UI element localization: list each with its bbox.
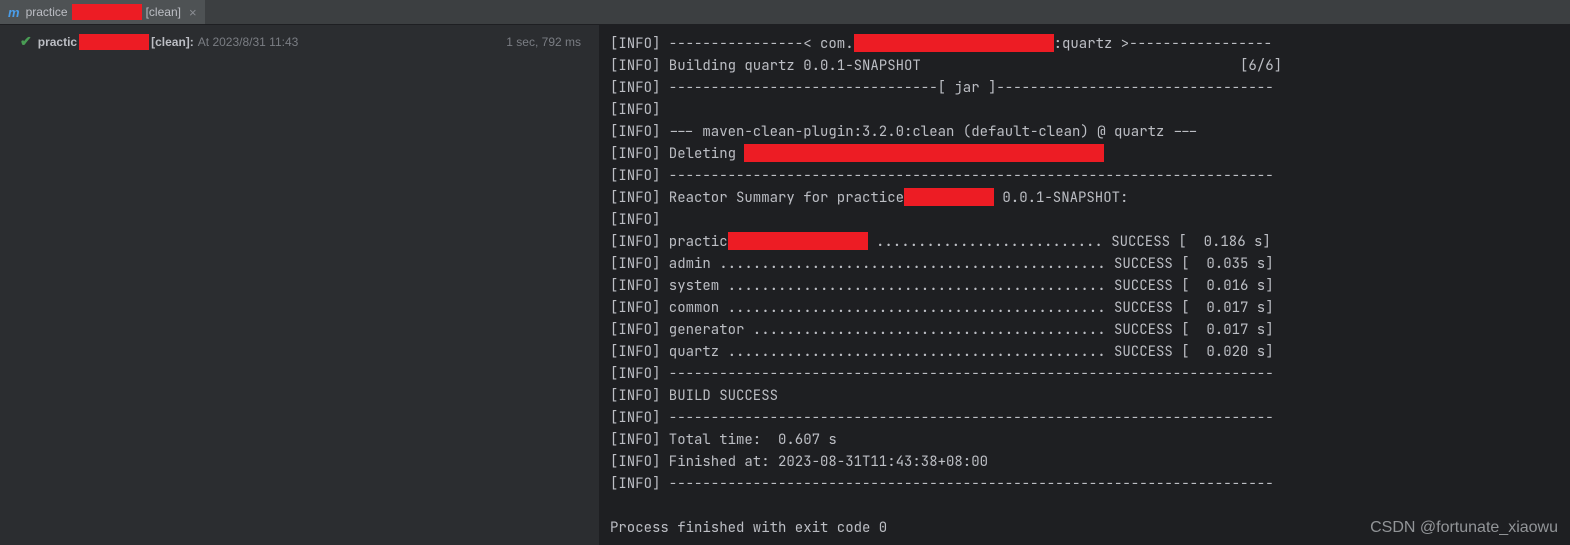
console-text: [INFO] Deleting [610, 145, 744, 163]
close-icon[interactable]: × [189, 5, 197, 20]
run-config-tab[interactable]: m practice [clean] × [0, 0, 205, 24]
console-line: [INFO] ---------------------------------… [610, 473, 1560, 495]
console-line [610, 495, 1560, 517]
tab-name-prefix: practice [26, 5, 68, 19]
tab-bar: m practice [clean] × [0, 0, 1570, 25]
console-output-panel[interactable]: [INFO] ----------------< com. :quartz >--… [600, 25, 1570, 545]
console-line: [INFO] system ..........................… [610, 275, 1560, 297]
main-area: ✔ practic [clean]: At 2023/8/31 11:43 1 … [0, 25, 1570, 545]
console-line: [INFO] Building quartz 0.0.1-SNAPSHOT [6… [610, 55, 1560, 77]
run-duration: 1 sec, 792 ms [506, 35, 591, 49]
run-entry[interactable]: ✔ practic [clean]: At 2023/8/31 11:43 1 … [0, 31, 599, 52]
console-line: [INFO] [610, 209, 1560, 231]
run-goal: [clean]: [151, 35, 194, 49]
tab-goal: [clean] [146, 5, 181, 19]
console-line: [INFO] ---------------------------------… [610, 363, 1560, 385]
redacted-block [904, 188, 994, 206]
console-line: [INFO] ---------------------------------… [610, 165, 1560, 187]
console-line: [INFO] Reactor Summary for practice 0.0.… [610, 187, 1560, 209]
console-line: [INFO] Finished at: 2023-08-31T11:43:38+… [610, 451, 1560, 473]
console-text: [INFO] ----------------< com. [610, 35, 854, 53]
redacted-block [744, 144, 1104, 162]
console-line: [INFO] --------------------------------[… [610, 77, 1560, 99]
console-line: [INFO] admin ...........................… [610, 253, 1560, 275]
console-text: 0.0.1-SNAPSHOT: [994, 189, 1128, 207]
console-text: [INFO] practic [610, 233, 728, 251]
watermark-text: CSDN @fortunate_xiaowu [1370, 519, 1558, 537]
maven-icon: m [8, 5, 20, 20]
run-tree-panel: ✔ practic [clean]: At 2023/8/31 11:43 1 … [0, 25, 600, 545]
run-timestamp: At 2023/8/31 11:43 [198, 35, 299, 49]
console-line: [INFO] BUILD SUCCESS [610, 385, 1560, 407]
run-name-prefix: practic [38, 35, 77, 49]
console-line: [INFO] Total time: 0.607 s [610, 429, 1560, 451]
redacted-block [728, 232, 868, 250]
success-check-icon: ✔ [20, 33, 32, 50]
console-line: [INFO] generator .......................… [610, 319, 1560, 341]
redacted-block [72, 4, 142, 20]
console-line: [INFO] common ..........................… [610, 297, 1560, 319]
console-text: :quartz >----------------- [1054, 35, 1272, 53]
console-line: [INFO] --- maven-clean-plugin:3.2.0:clea… [610, 121, 1560, 143]
console-text: ........................... SUCCESS [ 0.… [868, 233, 1271, 251]
console-line: [INFO] Deleting [610, 143, 1560, 165]
console-line: [INFO] quartz ..........................… [610, 341, 1560, 363]
console-line: [INFO] ----------------< com. :quartz >--… [610, 33, 1560, 55]
console-text: [INFO] Reactor Summary for practice [610, 189, 904, 207]
redacted-block [854, 34, 1054, 52]
console-line: [INFO] [610, 99, 1560, 121]
console-line: [INFO] practic .........................… [610, 231, 1560, 253]
console-line: [INFO] ---------------------------------… [610, 407, 1560, 429]
redacted-block [79, 34, 149, 50]
